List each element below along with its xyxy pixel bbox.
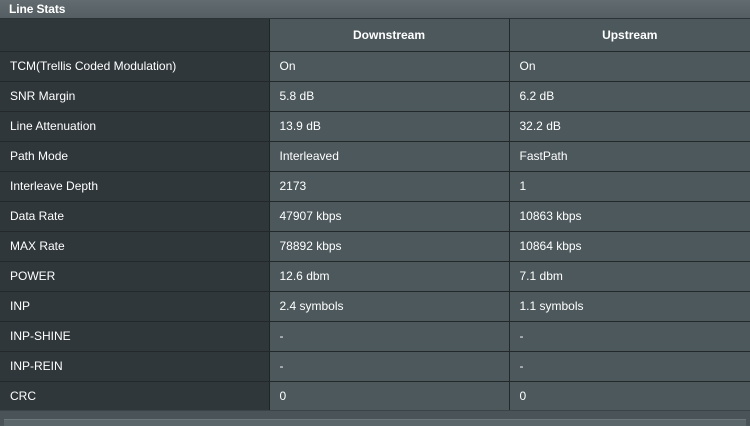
upstream-value: 0 [509, 381, 750, 412]
row-label: INP-REIN [0, 351, 270, 382]
table-row: INP-REIN - - [0, 351, 750, 382]
upstream-value: 10863 kbps [509, 201, 750, 232]
downstream-value: 5.8 dB [269, 81, 510, 112]
row-label: POWER [0, 261, 270, 292]
upstream-value: 1.1 symbols [509, 291, 750, 322]
table-row: CRC 0 0 [0, 381, 750, 412]
table-row: POWER 12.6 dbm 7.1 dbm [0, 261, 750, 292]
row-label: MAX Rate [0, 231, 270, 262]
table-row: Data Rate 47907 kbps 10863 kbps [0, 201, 750, 232]
row-label: CRC [0, 381, 270, 412]
table-row: Interleave Depth 2173 1 [0, 171, 750, 202]
row-label: Data Rate [0, 201, 270, 232]
upstream-value: - [509, 321, 750, 352]
downstream-value: On [269, 51, 510, 82]
table-row: Line Attenuation 13.9 dB 32.2 dB [0, 111, 750, 142]
line-stats-panel: Line Stats Downstream Upstream TCM(Trell… [0, 0, 750, 426]
upstream-value: 1 [509, 171, 750, 202]
upstream-value: - [509, 351, 750, 382]
table-header-row: Downstream Upstream [0, 19, 750, 52]
table-row: SNR Margin 5.8 dB 6.2 dB [0, 81, 750, 112]
downstream-value: 13.9 dB [269, 111, 510, 142]
panel-title: Line Stats [9, 2, 66, 16]
downstream-value: - [269, 321, 510, 352]
panel-footer [0, 410, 750, 426]
upstream-value: On [509, 51, 750, 82]
row-label: Path Mode [0, 141, 270, 172]
upstream-value: 32.2 dB [509, 111, 750, 142]
upstream-value: 6.2 dB [509, 81, 750, 112]
downstream-value: 47907 kbps [269, 201, 510, 232]
panel-title-bar: Line Stats [0, 0, 750, 19]
downstream-value: Interleaved [269, 141, 510, 172]
upstream-value: 10864 kbps [509, 231, 750, 262]
table-row: MAX Rate 78892 kbps 10864 kbps [0, 231, 750, 262]
header-downstream: Downstream [269, 19, 510, 52]
row-label: INP [0, 291, 270, 322]
downstream-value: 2173 [269, 171, 510, 202]
row-label: Interleave Depth [0, 171, 270, 202]
upstream-value: 7.1 dbm [509, 261, 750, 292]
downstream-value: - [269, 351, 510, 382]
table-row: INP-SHINE - - [0, 321, 750, 352]
table-row: Path Mode Interleaved FastPath [0, 141, 750, 172]
row-label: TCM(Trellis Coded Modulation) [0, 51, 270, 82]
downstream-value: 2.4 symbols [269, 291, 510, 322]
header-upstream: Upstream [509, 19, 750, 52]
row-label: INP-SHINE [0, 321, 270, 352]
downstream-value: 12.6 dbm [269, 261, 510, 292]
table-row: INP 2.4 symbols 1.1 symbols [0, 291, 750, 322]
table-row: TCM(Trellis Coded Modulation) On On [0, 51, 750, 82]
upstream-value: FastPath [509, 141, 750, 172]
row-label: SNR Margin [0, 81, 270, 112]
downstream-value: 0 [269, 381, 510, 412]
line-stats-table: Downstream Upstream TCM(Trellis Coded Mo… [0, 19, 750, 412]
header-label-column [0, 19, 270, 52]
downstream-value: 78892 kbps [269, 231, 510, 262]
row-label: Line Attenuation [0, 111, 270, 142]
